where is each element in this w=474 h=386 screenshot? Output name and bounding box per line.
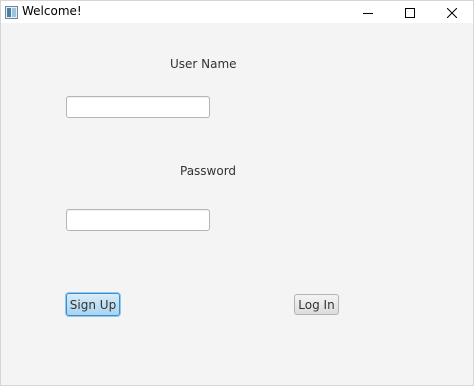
password-label: Password — [180, 164, 237, 178]
minimize-icon — [363, 3, 373, 22]
login-button[interactable]: Log In — [294, 294, 339, 315]
username-label: User Name — [170, 57, 237, 71]
app-window: Welcome! User Name Password Sign Up Log … — [0, 0, 474, 386]
close-icon — [446, 3, 458, 22]
title-bar[interactable]: Welcome! — [1, 1, 473, 23]
java-app-icon — [5, 4, 18, 19]
password-input[interactable] — [66, 209, 210, 231]
maximize-button[interactable] — [387, 1, 433, 23]
close-button[interactable] — [429, 1, 474, 23]
login-form: User Name Password Sign Up Log In — [1, 23, 473, 385]
username-input[interactable] — [66, 96, 210, 118]
signup-button[interactable]: Sign Up — [66, 293, 120, 316]
maximize-icon — [405, 3, 415, 22]
window-title: Welcome! — [22, 4, 82, 18]
minimize-button[interactable] — [345, 1, 391, 23]
